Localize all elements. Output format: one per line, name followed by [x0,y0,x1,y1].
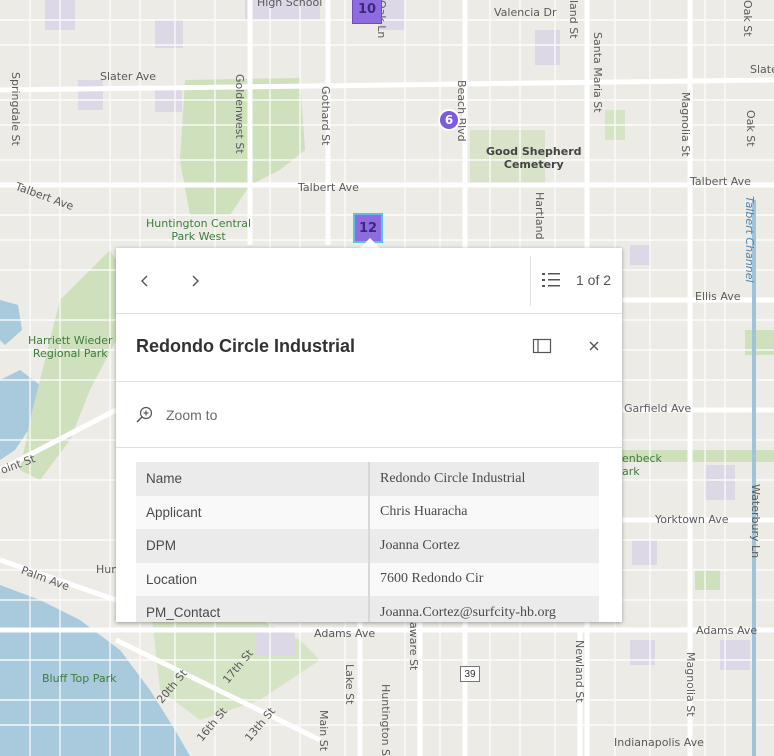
popup-title-row: Redondo Circle Industrial [116,314,622,382]
map-label-waterbury: Waterbury Ln [749,484,762,559]
popup-actions: Zoom to [116,382,622,448]
fields-table: Name Redondo Circle Industrial Applicant Ch… [136,462,601,622]
list-icon [542,273,560,287]
chevron-left-icon [141,275,148,287]
next-feature-button[interactable] [180,266,210,296]
map-label-ellis: Ellis Ave [695,290,741,303]
feature-list-button[interactable] [541,270,563,292]
map-label-newland: Newland St [573,640,586,703]
field-key: Location [136,562,370,596]
field-value: 7600 Redondo Cir [369,562,601,596]
map-label-aware: aware St [407,622,420,671]
map-label-hcp-west: Huntington Central Park West [146,217,252,243]
route-shield: 39 [460,666,480,682]
zoom-in-icon [136,406,153,423]
map-label-goldenwest: Goldenwest St [233,74,246,154]
chevron-right-icon [192,275,199,287]
map-label-hun: Hun [96,563,119,576]
map-label-high-school: High School [257,0,323,9]
table-row: PM_Contact Joanna.Cortez@surfcity-hb.org [136,596,601,622]
close-icon [589,341,599,351]
table-row: Name Redondo Circle Industrial [136,462,601,496]
field-value: Joanna Cortez [369,529,601,563]
field-key: DPM [136,529,370,563]
map-label-huntington: Huntington St [379,684,392,756]
map-label-talbert-mid: Talbert Ave [298,181,359,194]
map-label-enbeck: enbeck ark [622,452,662,478]
close-button[interactable] [584,336,606,358]
map-label-good-shepherd: Good Shepherd Cemetery [486,145,582,171]
popup-fields: Name Redondo Circle Industrial Applicant Ch… [136,462,601,622]
popup-title: Redondo Circle Industrial [136,336,356,356]
zoom-to-action[interactable]: Zoom to [166,407,217,423]
map-label-magnolia-s: Magnolia St [684,652,697,717]
table-row: Location 7600 Redondo Cir [136,562,601,596]
map-label-oak2: Oak St [744,110,757,147]
popup-pointer [360,238,380,248]
map-label-garfield: Garfield Ave [624,402,692,415]
map-label-adams-e: Adams Ave [696,624,758,637]
map-label-slater-e: Slate [750,63,774,76]
feature-pager: 1 of 2 [576,272,612,288]
map-label-lake: Lake St [343,664,356,705]
project-marker-6[interactable]: 6 [438,109,460,131]
map-label-beach: Beach Blvd [455,80,468,142]
map-label-hartland: Hartland [533,192,546,240]
map-label-indianapolis: Indianapolis Ave [614,736,704,749]
map-label-adams-w: Adams Ave [314,627,376,640]
map-label-harriett: Harriett Wieder Regional Park [28,334,113,360]
map-label-main: Main St [317,710,330,752]
map-label-talbert-e: Talbert Ave [690,175,751,188]
map-label-magnolia: Magnolia St [679,92,692,157]
popup-header: 1 of 2 [116,248,622,314]
field-key: PM_Contact [136,596,370,622]
field-value: Redondo Circle Industrial [369,462,601,496]
field-value: Chris Huaracha [369,495,601,529]
table-row: DPM Joanna Cortez [136,529,601,563]
previous-feature-button[interactable] [130,266,160,296]
map-label-springdale: Springdale St [9,72,22,146]
map-label-land-st: land St [567,0,580,39]
map-label-valencia: Valencia Dr [494,6,557,19]
field-key: Name [136,462,370,496]
project-marker-10[interactable]: 10 [352,0,382,24]
map-label-talbert-channel: Talbert Channel [743,196,756,283]
map-label-santa-maria: Santa Maria St [591,32,604,113]
dock-icon [532,338,552,354]
dock-button[interactable] [532,336,554,358]
map-label-slater: Slater Ave [100,70,157,83]
field-value: Joanna.Cortez@surfcity-hb.org [369,596,601,622]
field-key: Applicant [136,495,370,529]
header-divider [530,256,531,306]
map-label-gothard: Gothard St [319,86,332,146]
table-row: Applicant Chris Huaracha [136,495,601,529]
map-label-yorktown: Yorktown Ave [655,513,729,526]
map-label-bluff: Bluff Top Park [42,672,117,685]
feature-popup: 1 of 2 Redondo Circle Industrial Zoom to… [116,248,622,622]
map-label-oak-top: Oak St [741,0,754,37]
